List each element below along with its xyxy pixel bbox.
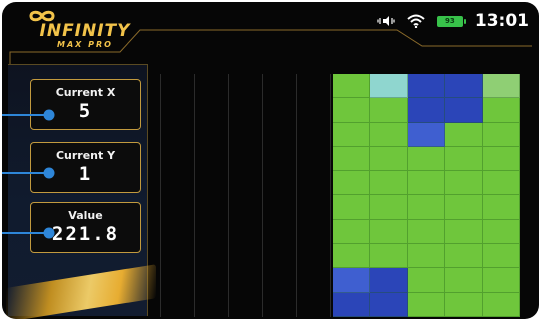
heatmap-cell bbox=[407, 146, 446, 172]
heatmap-cell bbox=[333, 146, 371, 172]
heatmap-cell bbox=[445, 146, 483, 172]
heatmap-cell bbox=[482, 219, 520, 245]
heatmap-cell bbox=[407, 268, 446, 293]
heatmap-cell bbox=[370, 171, 408, 196]
empty-column-line bbox=[262, 74, 263, 317]
connector-value bbox=[2, 227, 55, 239]
heatmap-cell bbox=[482, 244, 520, 269]
connector-y bbox=[2, 167, 55, 179]
heatmap-cell bbox=[445, 171, 483, 196]
current-y-label: Current Y bbox=[55, 149, 116, 162]
heatmap-cell bbox=[333, 219, 371, 245]
heatmap-cell bbox=[445, 98, 483, 123]
heatmap-cell bbox=[482, 122, 520, 147]
status-bar: 93 13:01 bbox=[377, 9, 529, 33]
heatmap-cell bbox=[445, 74, 483, 99]
heatmap-cell bbox=[445, 268, 483, 293]
empty-column-line bbox=[330, 74, 331, 317]
vibrate-sound-icon bbox=[377, 15, 395, 27]
clock-time: 13:01 bbox=[474, 11, 529, 31]
heatmap-cell bbox=[333, 195, 371, 220]
heatmap-cell bbox=[370, 219, 408, 245]
value-label: Value bbox=[68, 209, 103, 222]
current-x-readout: Current X 5 bbox=[30, 79, 141, 130]
heatmap-cell bbox=[407, 74, 446, 99]
heatmap-cell bbox=[333, 292, 371, 317]
heatmap-cell bbox=[370, 98, 408, 123]
heatmap-cell bbox=[370, 74, 408, 99]
heatmap-grid bbox=[333, 74, 520, 317]
heatmap-cell bbox=[333, 268, 371, 293]
heatmap-cell bbox=[333, 171, 371, 196]
battery-level: 93 bbox=[436, 15, 466, 27]
heatmap-cell bbox=[445, 219, 483, 245]
heatmap-cell bbox=[482, 292, 520, 317]
heatmap-cell bbox=[407, 292, 446, 317]
heatmap-cell bbox=[445, 244, 483, 269]
heatmap-cell bbox=[482, 146, 520, 172]
heatmap-cell bbox=[445, 292, 483, 317]
brand-subtitle: MAX PRO bbox=[57, 40, 113, 49]
heatmap-cell bbox=[370, 244, 408, 269]
heatmap-cell bbox=[333, 122, 371, 147]
scan-heatmap-area bbox=[152, 74, 520, 317]
heatmap-cell bbox=[407, 98, 446, 123]
heatmap-cell bbox=[445, 122, 483, 147]
heatmap-cell bbox=[333, 244, 371, 269]
heatmap-cell bbox=[370, 268, 408, 293]
heatmap-cell bbox=[482, 268, 520, 293]
heatmap-cell bbox=[407, 171, 446, 196]
heatmap-cell bbox=[333, 98, 371, 123]
wifi-icon bbox=[407, 14, 425, 28]
brand-title: INFINITY bbox=[39, 21, 131, 41]
heatmap-cell bbox=[370, 122, 408, 147]
heatmap-cell bbox=[482, 195, 520, 220]
heatmap-cell bbox=[370, 195, 408, 220]
heatmap-cell bbox=[407, 195, 446, 220]
heatmap-cell bbox=[333, 74, 371, 99]
heatmap-cell bbox=[482, 74, 520, 99]
heatmap-cell bbox=[370, 292, 408, 317]
empty-column-line bbox=[296, 74, 297, 317]
device-screen: INFINITY MAX PRO 93 13:01 Current X 5 Cu… bbox=[2, 2, 539, 319]
heatmap-cell bbox=[407, 122, 446, 147]
heatmap-cell bbox=[407, 244, 446, 269]
connector-x bbox=[2, 109, 55, 121]
battery-icon: 93 bbox=[436, 15, 466, 27]
heatmap-cell bbox=[407, 219, 446, 245]
empty-column-line bbox=[228, 74, 229, 317]
empty-column-line bbox=[194, 74, 195, 317]
empty-column-line bbox=[160, 74, 161, 317]
heatmap-cell bbox=[370, 146, 408, 172]
heatmap-cell bbox=[445, 195, 483, 220]
heatmap-cell bbox=[482, 98, 520, 123]
current-x-label: Current X bbox=[55, 86, 116, 99]
heatmap-cell bbox=[482, 171, 520, 196]
brand-logo: INFINITY MAX PRO bbox=[26, 10, 144, 56]
